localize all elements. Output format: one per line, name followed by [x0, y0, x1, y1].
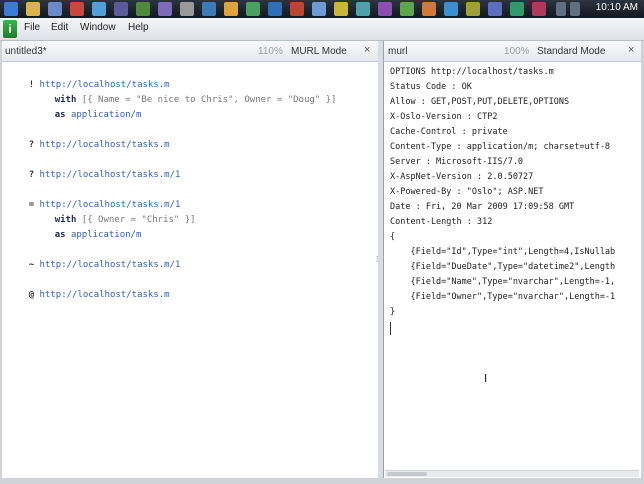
app-icon[interactable]	[466, 2, 480, 16]
app-icon[interactable]	[114, 2, 128, 16]
response-line: Cache-Control : private	[390, 127, 508, 137]
pane-header-right: murl 100% Standard Mode ×	[384, 41, 641, 62]
app-icon[interactable]	[180, 2, 194, 16]
app-icon[interactable]	[268, 2, 282, 16]
mode-label[interactable]: Standard Mode	[537, 46, 605, 57]
app-icon[interactable]	[92, 2, 106, 16]
app-icon[interactable]	[422, 2, 436, 16]
app-icon[interactable]	[400, 2, 414, 16]
taskbar: 10:10 AM	[0, 0, 644, 18]
response-line: X-AspNet-Version : 2.0.50727	[390, 172, 534, 182]
folder-icon[interactable]	[26, 2, 40, 16]
app-icon[interactable]	[510, 2, 524, 16]
app-icon[interactable]	[158, 2, 172, 16]
clock[interactable]: 10:10 AM	[596, 2, 638, 13]
operator-symbol: ?	[28, 140, 35, 150]
keyword-text: as	[54, 110, 66, 120]
app-icon[interactable]	[378, 2, 392, 16]
response-line: Server : Microsoft-IIS/7.0	[390, 157, 524, 167]
close-icon[interactable]: ×	[364, 44, 370, 56]
app-icon[interactable]	[356, 2, 370, 16]
response-line: }	[390, 307, 396, 317]
app-icon[interactable]	[224, 2, 238, 16]
tab-title[interactable]: untitled3*	[5, 46, 47, 57]
tray-icon[interactable]	[556, 2, 566, 16]
mouse-ibeam-icon: I	[484, 372, 488, 385]
app-icon[interactable]	[444, 2, 458, 16]
mime-text: application/m	[70, 230, 142, 240]
mime-text: application/m	[70, 110, 142, 120]
app-icon[interactable]	[202, 2, 216, 16]
zoom-level: 100%	[504, 46, 530, 57]
operator-symbol: @	[28, 290, 35, 300]
app-icon[interactable]	[48, 2, 62, 16]
response-line: X-Powered-By : "Oslo"; ASP.NET	[390, 187, 544, 197]
operator-symbol: ~	[28, 260, 35, 270]
zoom-level: 110%	[258, 46, 283, 57]
app-icon[interactable]	[488, 2, 502, 16]
close-icon[interactable]: ×	[628, 44, 634, 56]
url-text: http://localhost/tasks.m/1	[39, 260, 181, 270]
keyword-text: as	[54, 230, 66, 240]
menu-help[interactable]: Help	[128, 22, 149, 33]
editor-pane-left[interactable]: untitled3* 110% MURL Mode × ! http://loc…	[2, 41, 378, 478]
menu-edit[interactable]: Edit	[51, 22, 68, 33]
horizontal-scrollbar[interactable]	[385, 470, 639, 477]
app-icon[interactable]	[136, 2, 150, 16]
pane-header-left: untitled3* 110% MURL Mode ×	[2, 41, 378, 62]
start-icon[interactable]	[4, 2, 18, 16]
app-icon[interactable]	[312, 2, 326, 16]
tray-icon[interactable]	[570, 2, 580, 16]
operator-symbol: ?	[28, 170, 35, 180]
mode-label[interactable]: MURL Mode	[291, 46, 347, 57]
app-icon[interactable]	[246, 2, 260, 16]
response-line: OPTIONS http://localhost/tasks.m	[390, 67, 554, 77]
response-line: {	[390, 232, 396, 242]
app-icon[interactable]	[70, 2, 84, 16]
splitter-grip-icon[interactable]: ⁞	[376, 255, 378, 264]
response-line: {Field="Owner",Type="nvarchar",Length=-1	[390, 292, 616, 302]
response-line: X-Oslo-Version : CTP2	[390, 112, 498, 122]
response-line: {Field="DueDate",Type="datetime2",Length	[390, 262, 616, 272]
response-line: Content-Type : application/m; charset=ut…	[390, 142, 611, 152]
menu-window[interactable]: Window	[80, 22, 116, 33]
app-icon[interactable]	[532, 2, 546, 16]
app-logo-icon[interactable]: i	[3, 20, 17, 38]
scrollbar-thumb[interactable]	[387, 472, 427, 476]
text-caret	[390, 322, 391, 335]
response-line: {Field="Name",Type="nvarchar",Length=-1,	[390, 277, 616, 287]
app-icon[interactable]	[290, 2, 304, 16]
url-text: http://localhost/tasks.m	[39, 140, 170, 150]
url-text: http://localhost/tasks.m	[39, 290, 170, 300]
response-line: Date : Fri, 20 Mar 2009 17:09:58 GMT	[390, 202, 575, 212]
response-line: Allow : GET,POST,PUT,DELETE,OPTIONS	[390, 97, 570, 107]
response-line: Content-Length : 312	[390, 217, 493, 227]
response-line: Status Code : OK	[390, 82, 472, 92]
menubar: i File Edit Window Help	[0, 18, 644, 41]
url-text: http://localhost/tasks.m/1	[39, 170, 181, 180]
code-line: @ http://localhost/tasks.m	[7, 274, 170, 316]
tab-title[interactable]: murl	[388, 46, 407, 57]
app-icon[interactable]	[334, 2, 348, 16]
response-line: {Field="Id",Type="int",Length=4,IsNullab	[390, 247, 616, 257]
menu-file[interactable]: File	[24, 22, 40, 33]
